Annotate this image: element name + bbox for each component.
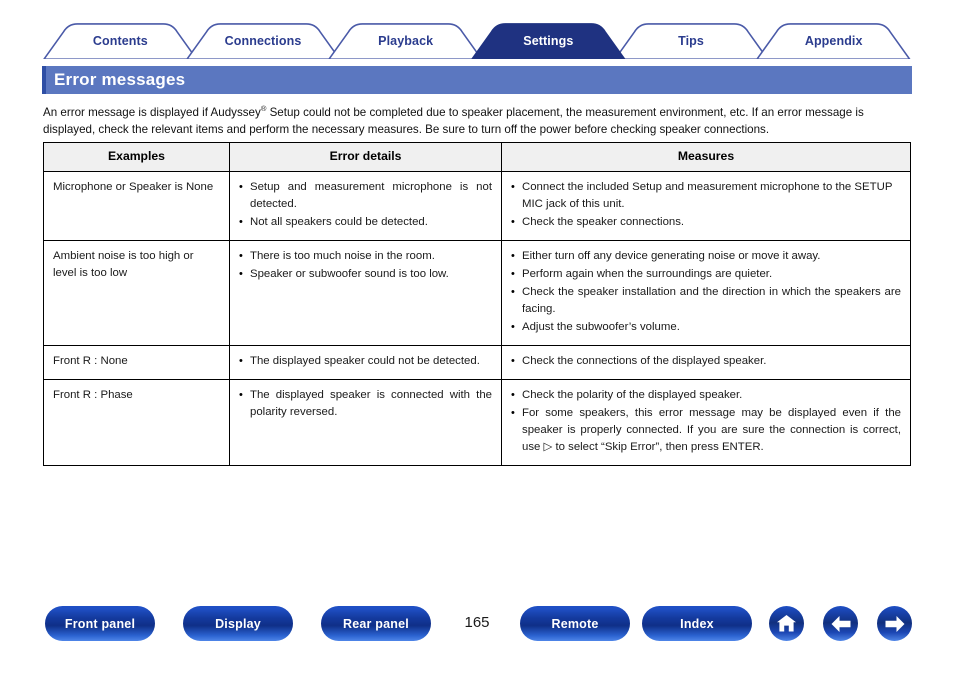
index-button[interactable]: Index [642, 606, 752, 641]
tab-tips[interactable]: Tips [613, 22, 770, 60]
page-title: Error messages [54, 70, 186, 89]
list-item: There is too much noise in the room. [239, 248, 492, 265]
measures-list: Connect the included Setup and measureme… [511, 179, 901, 231]
front-panel-button[interactable]: Front panel [45, 606, 155, 641]
table-row: Ambient noise is too high or level is to… [43, 240, 911, 346]
column-header-error-details: Error details [229, 142, 502, 172]
tab-list: Contents Connections Playback Settings T [42, 22, 912, 60]
error-details-list: The displayed speaker is connected with … [239, 387, 492, 421]
measures-list: Check the polarity of the displayed spea… [511, 387, 901, 456]
display-button[interactable]: Display [183, 606, 293, 641]
list-item: Check the speaker installation and the d… [511, 284, 901, 318]
home-button[interactable] [769, 606, 804, 641]
cell-example: Front R : None [43, 345, 230, 380]
cell-error-details: The displayed speaker is connected with … [229, 379, 502, 466]
error-messages-table: Examples Error details Measures Micropho… [43, 142, 911, 466]
list-item: Not all speakers could be detected. [239, 214, 492, 231]
list-item: Adjust the subwoofer’s volume. [511, 319, 901, 336]
tab-label: Settings [523, 33, 574, 48]
arrow-right-icon [885, 615, 904, 632]
intro-text-part1: An error message is displayed if Audysse… [43, 105, 261, 119]
rear-panel-label: Rear panel [343, 616, 409, 631]
list-item: The displayed speaker could not be detec… [239, 353, 492, 370]
list-item: Setup and measurement microphone is not … [239, 179, 492, 213]
cell-measures: Either turn off any device generating no… [501, 240, 911, 346]
list-item: Check the polarity of the displayed spea… [511, 387, 901, 404]
cell-measures: Check the connections of the displayed s… [501, 345, 911, 380]
error-details-list: Setup and measurement microphone is not … [239, 179, 492, 231]
cell-error-details: There is too much noise in the room. Spe… [229, 240, 502, 346]
cell-example: Front R : Phase [43, 379, 230, 466]
column-header-examples: Examples [43, 142, 230, 172]
tab-label: Tips [678, 33, 704, 48]
tab-label: Appendix [804, 33, 863, 48]
error-details-list: The displayed speaker could not be detec… [239, 353, 492, 370]
tab-appendix[interactable]: Appendix [755, 22, 912, 60]
intro-paragraph: An error message is displayed if Audysse… [43, 100, 911, 139]
title-accent-bar [42, 66, 46, 94]
list-item: Either turn off any device generating no… [511, 248, 901, 265]
list-item: Check the speaker connections. [511, 214, 901, 231]
list-item: Perform again when the surroundings are … [511, 266, 901, 283]
forward-button[interactable] [877, 606, 912, 641]
table-row: Front R : Phase The displayed speaker is… [43, 379, 911, 466]
rear-panel-button[interactable]: Rear panel [321, 606, 431, 641]
measures-list: Either turn off any device generating no… [511, 248, 901, 336]
tab-label: Contents [92, 33, 148, 48]
error-details-list: There is too much noise in the room. Spe… [239, 248, 492, 283]
page-number: 165 [464, 614, 490, 631]
cell-measures: Check the polarity of the displayed spea… [501, 379, 911, 466]
tab-playback[interactable]: Playback [327, 22, 484, 60]
tab-label: Playback [378, 33, 434, 48]
table-header-row: Examples Error details Measures [43, 142, 911, 172]
list-item: Check the connections of the displayed s… [511, 353, 901, 370]
measures-list: Check the connections of the displayed s… [511, 353, 901, 370]
arrow-left-icon [831, 615, 850, 632]
tab-settings[interactable]: Settings [470, 22, 627, 60]
tab-contents[interactable]: Contents [42, 22, 199, 60]
table-row: Front R : None The displayed speaker cou… [43, 345, 911, 380]
home-icon [777, 615, 796, 632]
tab-label: Connections [224, 33, 302, 48]
cell-example: Ambient noise is too high or level is to… [43, 240, 230, 346]
remote-label: Remote [551, 616, 599, 631]
cell-error-details: Setup and measurement microphone is not … [229, 171, 502, 241]
column-header-measures: Measures [501, 142, 911, 172]
cell-measures: Connect the included Setup and measureme… [501, 171, 911, 241]
tab-bar: Contents Connections Playback Settings T [42, 22, 912, 84]
list-item: The displayed speaker is connected with … [239, 387, 492, 421]
page-title-banner: Error messages [42, 66, 912, 94]
display-label: Display [215, 616, 261, 631]
bottom-navigation-bar: Front panel Display Rear panel 165 Remot… [0, 606, 954, 650]
index-label: Index [680, 616, 714, 631]
tab-connections[interactable]: Connections [185, 22, 342, 60]
list-item: For some speakers, this error message ma… [511, 405, 901, 456]
list-item: Speaker or subwoofer sound is too low. [239, 266, 492, 283]
remote-button[interactable]: Remote [520, 606, 630, 641]
list-item: Connect the included Setup and measureme… [511, 179, 901, 213]
back-button[interactable] [823, 606, 858, 641]
cell-example: Microphone or Speaker is None [43, 171, 230, 241]
cell-error-details: The displayed speaker could not be detec… [229, 345, 502, 380]
front-panel-label: Front panel [64, 616, 136, 631]
table-row: Microphone or Speaker is None Setup and … [43, 171, 911, 241]
